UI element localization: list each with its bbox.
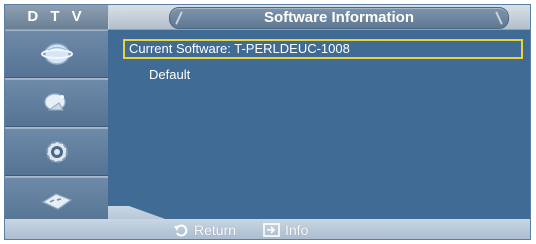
return-hint[interactable]: Return bbox=[173, 219, 237, 239]
satellite-dish-icon bbox=[43, 93, 66, 111]
info-label: Info bbox=[285, 222, 309, 238]
sidebar-item-channel[interactable] bbox=[5, 30, 108, 78]
return-icon bbox=[174, 224, 188, 237]
sidebar-item-antenna[interactable] bbox=[5, 79, 108, 127]
software-info-panel: Current Software: T-PERLDEUC-1008 Defaul… bbox=[109, 30, 530, 227]
osd-window: D T V Software Information Current Softw… bbox=[4, 4, 531, 240]
current-software-item[interactable]: Current Software: T-PERLDEUC-1008 bbox=[123, 39, 523, 59]
sidebar bbox=[5, 30, 108, 227]
footer-bar: Return Info bbox=[5, 219, 530, 239]
default-item[interactable]: Default bbox=[149, 65, 190, 85]
top-bar: D T V Software Information bbox=[5, 5, 530, 30]
settings-gear-icon bbox=[45, 141, 68, 163]
info-hint[interactable]: Info bbox=[263, 219, 309, 239]
return-label: Return bbox=[194, 222, 237, 238]
page-title: Software Information bbox=[169, 7, 509, 29]
info-icon bbox=[263, 223, 280, 237]
input-remote-icon bbox=[41, 193, 72, 210]
globe-icon bbox=[40, 43, 73, 65]
sidebar-item-input[interactable] bbox=[5, 177, 108, 225]
source-label: D T V bbox=[5, 5, 109, 29]
sidebar-item-setup[interactable] bbox=[5, 128, 108, 176]
